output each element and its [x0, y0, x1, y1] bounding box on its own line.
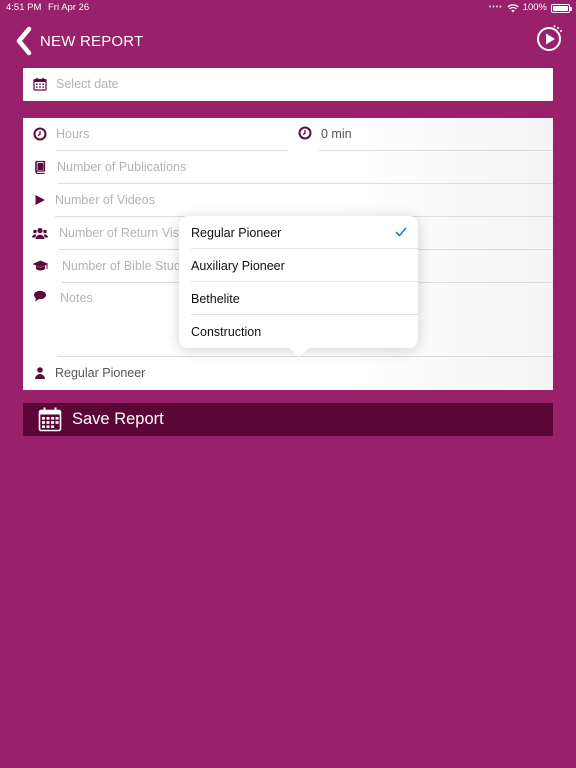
save-report-label: Save Report [72, 410, 164, 428]
chevron-left-icon [16, 26, 32, 56]
graduation-cap-icon [32, 260, 49, 271]
date-field[interactable]: Select date [23, 68, 553, 101]
videos-placeholder: Number of Videos [55, 193, 155, 207]
option-construction[interactable]: Construction [179, 315, 418, 348]
publications-placeholder: Number of Publications [57, 160, 187, 174]
play-timer-button[interactable] [534, 24, 564, 54]
page-title: NEW REPORT [40, 32, 144, 50]
return-visits-placeholder: Number of Return Visits [59, 226, 192, 240]
play-icon [35, 195, 45, 205]
popover-arrow [289, 348, 309, 357]
pioneer-type-field[interactable]: Regular Pioneer [23, 357, 553, 390]
signal-dots-icon: •••• [488, 4, 503, 11]
nav-bar: NEW REPORT [0, 22, 576, 62]
save-report-button[interactable]: Save Report [23, 403, 553, 436]
option-label: Regular Pioneer [191, 226, 282, 240]
comment-icon [34, 290, 46, 302]
book-icon [35, 160, 46, 174]
back-button[interactable]: NEW REPORT [14, 26, 143, 56]
battery-icon [551, 3, 572, 13]
users-icon [32, 227, 48, 239]
option-auxiliary-pioneer[interactable]: Auxiliary Pioneer [179, 249, 418, 282]
status-date: Fri Apr 26 [48, 2, 90, 13]
time-row: Hours 0 min [23, 118, 553, 151]
clock-icon [33, 127, 47, 141]
notes-placeholder: Notes [60, 291, 93, 305]
status-right: •••• 100% [488, 0, 572, 16]
hours-field[interactable]: Hours [23, 118, 288, 151]
bible-studies-placeholder: Number of Bible Studies [62, 259, 197, 273]
status-time: 4:51 PM [6, 2, 42, 13]
publications-field[interactable]: Number of Publications [23, 151, 553, 184]
clock-icon [298, 126, 312, 140]
calendar-icon [38, 407, 62, 432]
calendar-icon [33, 77, 47, 91]
wifi-icon [507, 3, 519, 12]
option-label: Construction [191, 325, 262, 339]
pioneer-type-popover: Regular Pioneer Auxiliary Pioneer Bethel… [179, 216, 418, 357]
pioneer-type-value: Regular Pioneer [55, 366, 146, 380]
option-label: Bethelite [191, 292, 240, 306]
date-placeholder: Select date [56, 77, 119, 91]
user-icon [35, 367, 45, 379]
minutes-value: 0 min [321, 127, 352, 141]
status-bar: 4:51 PM Fri Apr 26 •••• 100% [0, 0, 576, 16]
minutes-field[interactable]: 0 min [298, 118, 553, 151]
checkmark-icon [395, 227, 407, 237]
battery-percent: 100% [522, 2, 547, 13]
hours-placeholder: Hours [56, 127, 90, 141]
option-regular-pioneer[interactable]: Regular Pioneer [179, 216, 418, 249]
videos-field[interactable]: Number of Videos [23, 184, 553, 217]
option-label: Auxiliary Pioneer [191, 259, 285, 273]
option-bethelite[interactable]: Bethelite [179, 282, 418, 315]
